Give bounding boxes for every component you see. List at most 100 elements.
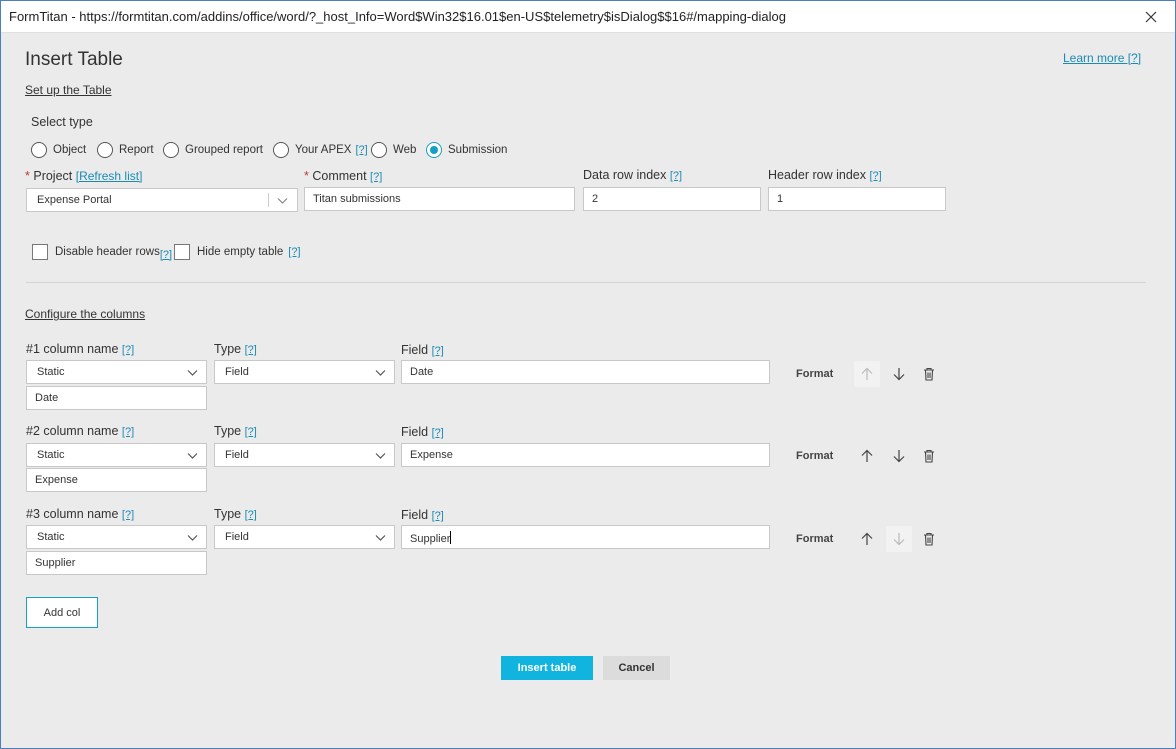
move-down-button[interactable] (886, 443, 912, 469)
window-title: FormTitan - https://formtitan.com/addins… (9, 9, 786, 24)
delete-column-button[interactable] (916, 526, 942, 552)
insert-table-button[interactable]: Insert table (501, 656, 593, 680)
column-name-mode-select[interactable]: Static (26, 443, 207, 467)
type-label: Type [?] (214, 507, 257, 521)
cancel-button[interactable]: Cancel (603, 656, 670, 680)
type-select[interactable]: Field (214, 525, 395, 549)
data-row-index-help[interactable]: [?] (670, 170, 682, 182)
chevron-down-icon (277, 198, 288, 204)
close-button[interactable] (1139, 5, 1163, 29)
field-label: Field [?] (401, 425, 444, 439)
trash-icon (924, 532, 934, 546)
page-title: Insert Table (25, 49, 123, 70)
refresh-list-link[interactable]: [Refresh list] (76, 169, 143, 183)
setup-table-link[interactable]: Set up the Table (25, 83, 112, 97)
close-icon (1145, 11, 1157, 23)
project-select[interactable]: Expense Portal (26, 188, 298, 212)
field-help[interactable]: [?] (432, 427, 444, 439)
arrow-down-icon (893, 450, 905, 463)
arrow-up-icon (861, 367, 873, 380)
field-input[interactable]: Expense (401, 443, 770, 467)
column-name-help[interactable]: [?] (122, 509, 134, 521)
column-name-mode-select[interactable]: Static (26, 360, 207, 384)
trash-icon (924, 367, 934, 381)
chevron-down-icon (187, 370, 198, 376)
select-type-label: Select type (31, 115, 93, 129)
move-down-button[interactable] (886, 526, 912, 552)
arrow-up-icon (861, 449, 873, 462)
radio-object[interactable] (31, 142, 47, 158)
type-help[interactable]: [?] (245, 509, 257, 521)
radio-option-grouped-report[interactable]: Grouped report (163, 141, 263, 159)
column-name-input[interactable]: Supplier (26, 551, 207, 575)
chevron-down-icon (375, 370, 386, 376)
field-label: Field [?] (401, 508, 444, 522)
trash-icon (924, 449, 934, 463)
header-row-index-label: Header row index [?] (768, 168, 882, 182)
move-up-button[interactable] (854, 361, 880, 387)
data-row-index-label: Data row index [?] (583, 168, 683, 182)
column-name-help[interactable]: [?] (122, 344, 134, 356)
disable-header-rows-option[interactable]: Disable header rows [?] (32, 243, 172, 261)
data-row-index-input[interactable]: 2 (583, 187, 761, 211)
radio-option-submission[interactable]: Submission (426, 141, 507, 159)
title-bar: FormTitan - https://formtitan.com/addins… (1, 1, 1175, 33)
field-label: Field [?] (401, 343, 444, 357)
column-name-mode-select[interactable]: Static (26, 525, 207, 549)
type-label: Type [?] (214, 424, 257, 438)
header-row-index-help[interactable]: [?] (869, 170, 881, 182)
radio-report[interactable] (97, 142, 113, 158)
field-input[interactable]: Supplier (401, 525, 770, 549)
column-name-label: #1 column name [?] (26, 342, 135, 356)
hide-empty-table-checkbox[interactable] (174, 244, 190, 260)
format-button[interactable]: Format (796, 533, 833, 545)
comment-input[interactable]: Titan submissions (304, 187, 575, 211)
type-select[interactable]: Field (214, 360, 395, 384)
format-button[interactable]: Format (796, 368, 833, 380)
arrow-up-icon (861, 532, 873, 545)
configure-columns-link[interactable]: Configure the columns (25, 307, 145, 321)
section-divider (26, 282, 1146, 283)
your-apex-help[interactable]: [?] (355, 144, 367, 156)
column-name-input[interactable]: Expense (26, 468, 207, 492)
radio-option-report[interactable]: Report (97, 141, 154, 159)
column-name-label: #2 column name [?] (26, 424, 135, 438)
hide-empty-table-option[interactable]: Hide empty table [?] (174, 243, 301, 261)
header-row-index-input[interactable]: 1 (768, 187, 946, 211)
radio-option-web[interactable]: Web (371, 141, 416, 159)
hide-empty-table-help[interactable]: [?] (288, 246, 300, 258)
comment-help[interactable]: [?] (370, 171, 382, 183)
column-name-help[interactable]: [?] (122, 426, 134, 438)
disable-header-rows-help[interactable]: [?] (160, 249, 172, 261)
radio-submission[interactable] (426, 142, 442, 158)
move-down-button[interactable] (886, 361, 912, 387)
arrow-down-icon (893, 533, 905, 546)
radio-grouped-report[interactable] (163, 142, 179, 158)
field-help[interactable]: [?] (432, 510, 444, 522)
radio-option-your-apex[interactable]: Your APEX [?] (273, 141, 368, 159)
radio-web[interactable] (371, 142, 387, 158)
type-help[interactable]: [?] (245, 344, 257, 356)
learn-more-link[interactable]: Learn more [?] (1063, 51, 1141, 65)
radio-option-object[interactable]: Object (31, 141, 86, 159)
field-help[interactable]: [?] (432, 345, 444, 357)
radio-your-apex[interactable] (273, 142, 289, 158)
delete-column-button[interactable] (916, 443, 942, 469)
type-help[interactable]: [?] (245, 426, 257, 438)
type-select[interactable]: Field (214, 443, 395, 467)
type-label: Type [?] (214, 342, 257, 356)
move-up-button[interactable] (854, 443, 880, 469)
comment-label: * Comment [?] (304, 169, 383, 183)
add-column-button[interactable]: Add col (26, 597, 98, 628)
chevron-down-icon (375, 535, 386, 541)
text-caret (450, 531, 452, 544)
field-input[interactable]: Date (401, 360, 770, 384)
arrow-down-icon (893, 368, 905, 381)
move-up-button[interactable] (854, 526, 880, 552)
dialog-window: FormTitan - https://formtitan.com/addins… (0, 0, 1176, 749)
format-button[interactable]: Format (796, 450, 833, 462)
delete-column-button[interactable] (916, 361, 942, 387)
chevron-down-icon (187, 535, 198, 541)
disable-header-rows-checkbox[interactable] (32, 244, 48, 260)
column-name-input[interactable]: Date (26, 386, 207, 410)
